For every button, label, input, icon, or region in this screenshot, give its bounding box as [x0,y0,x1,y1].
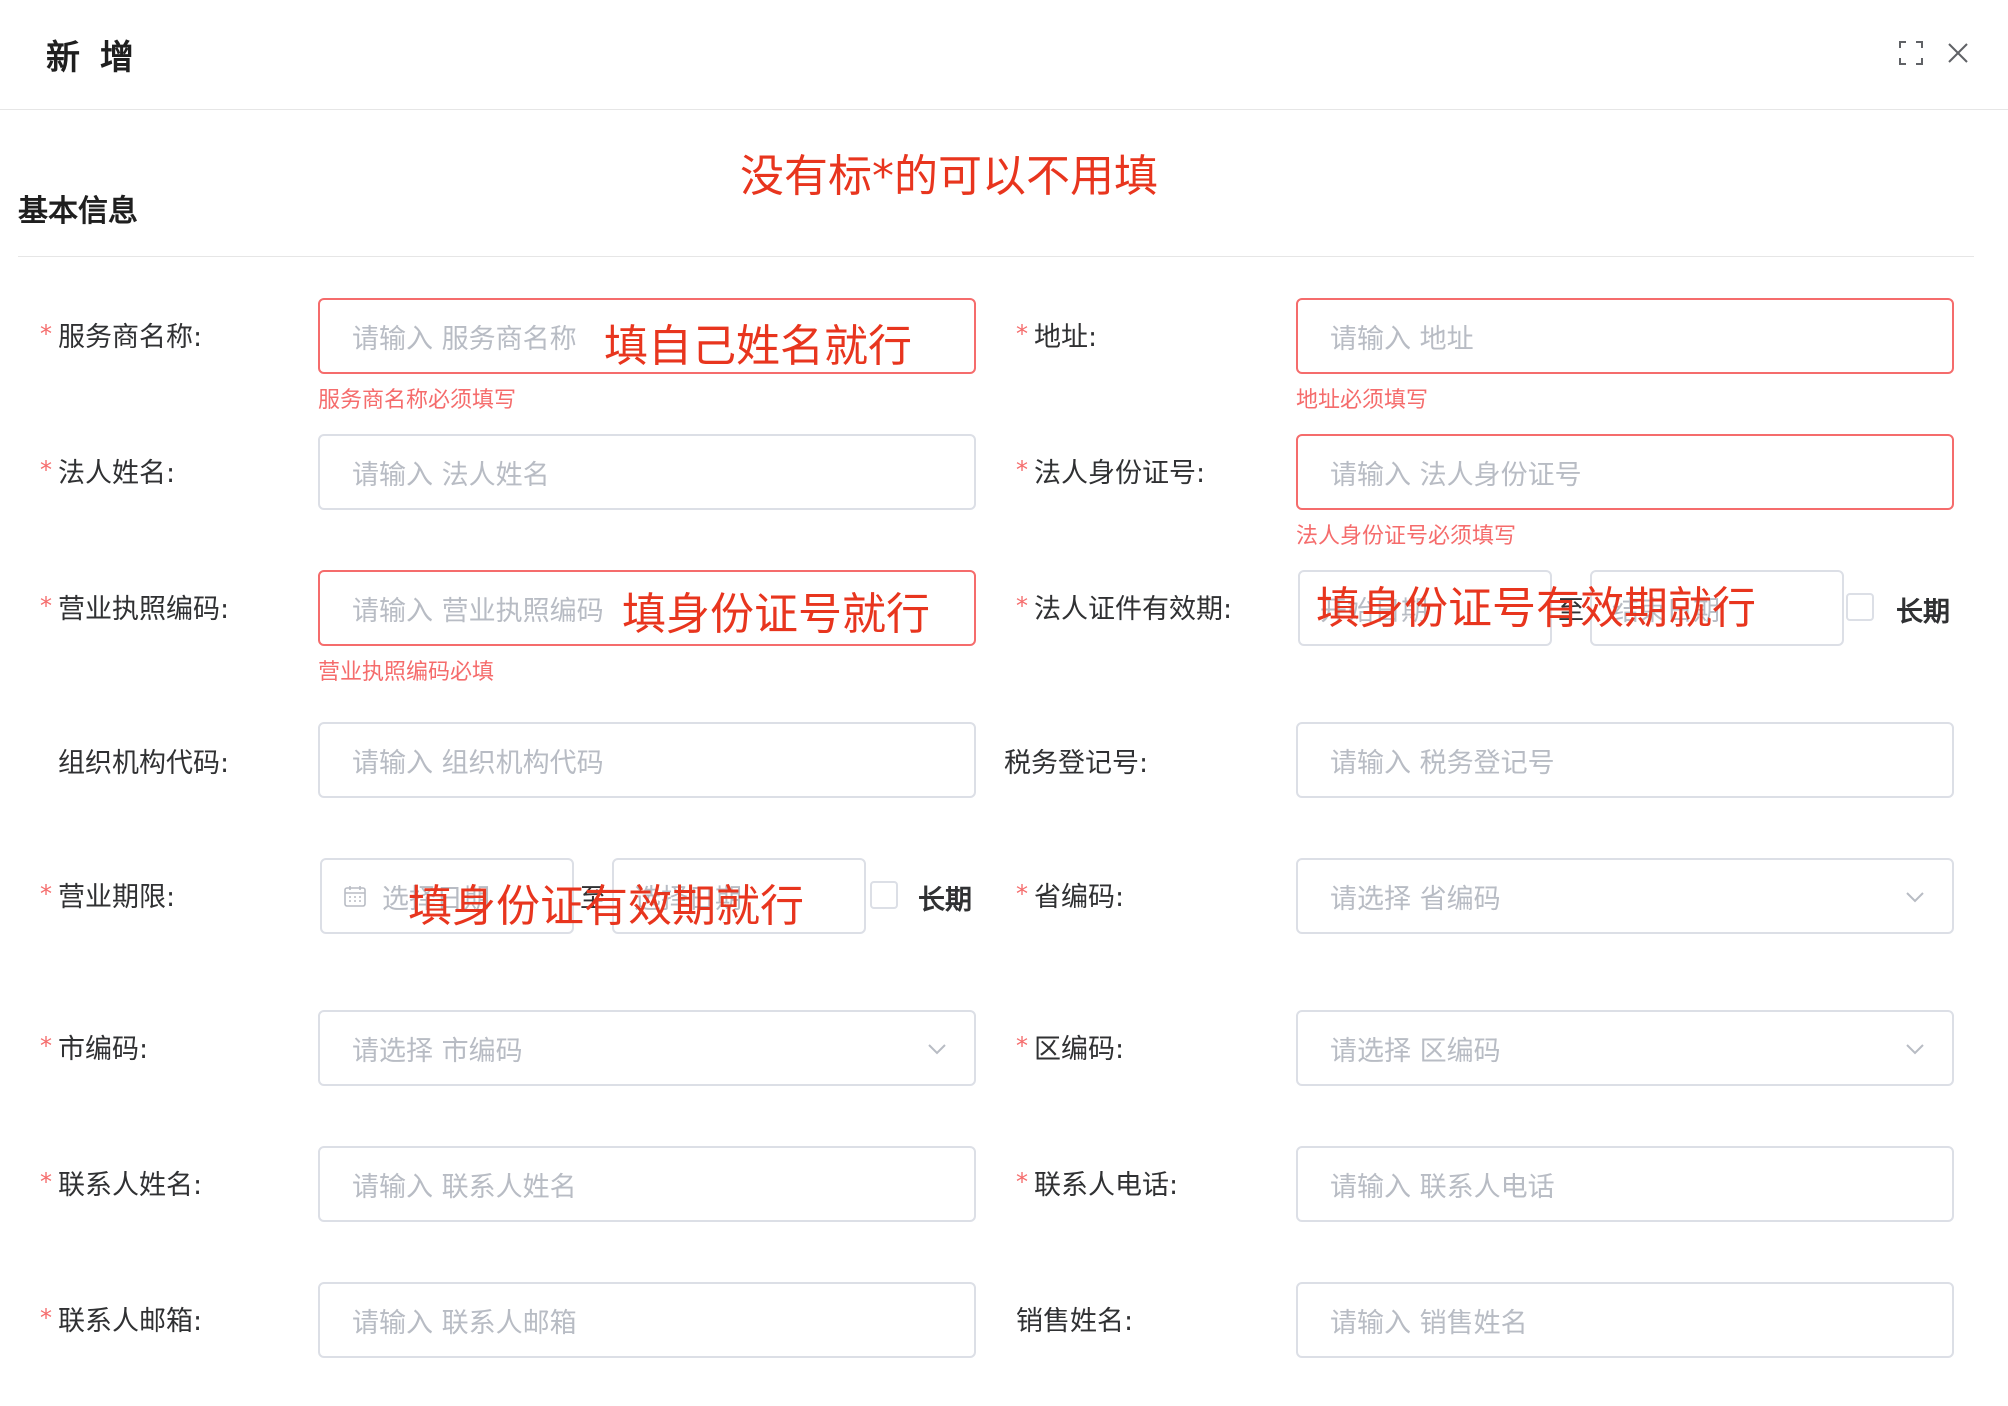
district-code-label: * 区编码: [1016,1032,1125,1065]
contact-email-label: * 联系人邮箱: [40,1304,203,1337]
province-code-select[interactable]: 请选择 省编码 [1296,858,1954,934]
legal-name-label: * 法人姓名: [40,456,176,489]
legal-name-input[interactable]: 请输入 法人姓名 [318,434,976,510]
required-star: * [40,1304,52,1332]
tax-no-label: 税务登记号: [1004,747,1149,779]
legal-id-input[interactable]: 请输入 法人身份证号 [1296,434,1954,510]
required-star: * [1016,1168,1028,1196]
address-label: * 地址: [1016,320,1098,353]
annotation-legal-id-validity: 填身份证号有效期就行 [1316,583,1756,634]
contact-name-input[interactable]: 请输入 联系人姓名 [318,1146,976,1222]
chevron-down-icon [1904,1038,1926,1060]
section-title: 基本信息 [18,194,138,229]
required-star: * [40,1032,52,1060]
annotation-license-code: 填身份证号就行 [622,589,930,640]
license-code-label: * 营业执照编码: [40,592,230,625]
fullscreen-icon[interactable] [1896,38,1926,68]
business-period-label: * 营业期限: [40,880,176,913]
province-code-label: * 省编码: [1016,880,1125,913]
tax-no-input[interactable]: 请输入 税务登记号 [1296,722,1954,798]
legal-id-long-term-label[interactable]: 长期 [1896,590,1950,629]
legal-id-validity-label: * 法人证件有效期: [1016,592,1233,625]
required-star: * [40,320,52,348]
business-long-term-label[interactable]: 长期 [918,878,972,917]
sales-name-label: 销售姓名: [1016,1305,1134,1337]
annotation-business-period: 填身份证有效期就行 [408,881,804,932]
required-star: * [1016,320,1028,348]
required-star: * [40,880,52,908]
legal-id-error: 法人身份证号必须填写 [1296,524,1517,549]
city-code-label: * 市编码: [40,1032,149,1065]
legal-id-long-term-checkbox[interactable] [1846,593,1874,621]
district-code-select[interactable]: 请选择 区编码 [1296,1010,1954,1086]
license-code-error: 营业执照编码必填 [318,660,495,685]
required-star: * [40,456,52,484]
sales-name-input[interactable]: 请输入 销售姓名 [1296,1282,1954,1358]
required-star: * [40,592,52,620]
required-star: * [1016,880,1028,908]
section-divider [18,256,1974,257]
service-name-error: 服务商名称必须填写 [318,388,517,413]
chevron-down-icon [926,1038,948,1060]
address-error: 地址必须填写 [1296,388,1429,413]
contact-phone-label: * 联系人电话: [1016,1168,1179,1201]
city-code-select[interactable]: 请选择 市编码 [318,1010,976,1086]
contact-name-label: * 联系人姓名: [40,1168,203,1201]
required-star: * [1016,456,1028,484]
business-long-term-checkbox[interactable] [870,881,898,909]
dialog-header: 新 增 [0,0,2008,110]
annotation-service-name: 填自己姓名就行 [604,321,912,372]
org-code-label: * 组织机构代码: [58,747,230,779]
contact-email-input[interactable]: 请输入 联系人邮箱 [318,1282,976,1358]
legal-id-label: * 法人身份证号: [1016,456,1206,489]
contact-phone-input[interactable]: 请输入 联系人电话 [1296,1146,1954,1222]
address-input[interactable]: 请输入 地址 [1296,298,1954,374]
chevron-down-icon [1904,886,1926,908]
annotation-required-note: 没有标*的可以不用填 [740,151,1158,202]
required-star: * [1016,592,1028,620]
org-code-input[interactable]: 请输入 组织机构代码 [318,722,976,798]
required-star: * [1016,1032,1028,1060]
service-name-label: * 服务商名称: [40,320,203,353]
dialog-title: 新 增 [46,38,138,78]
close-icon[interactable] [1943,38,1973,68]
required-star: * [40,1168,52,1196]
calendar-icon [342,883,368,909]
